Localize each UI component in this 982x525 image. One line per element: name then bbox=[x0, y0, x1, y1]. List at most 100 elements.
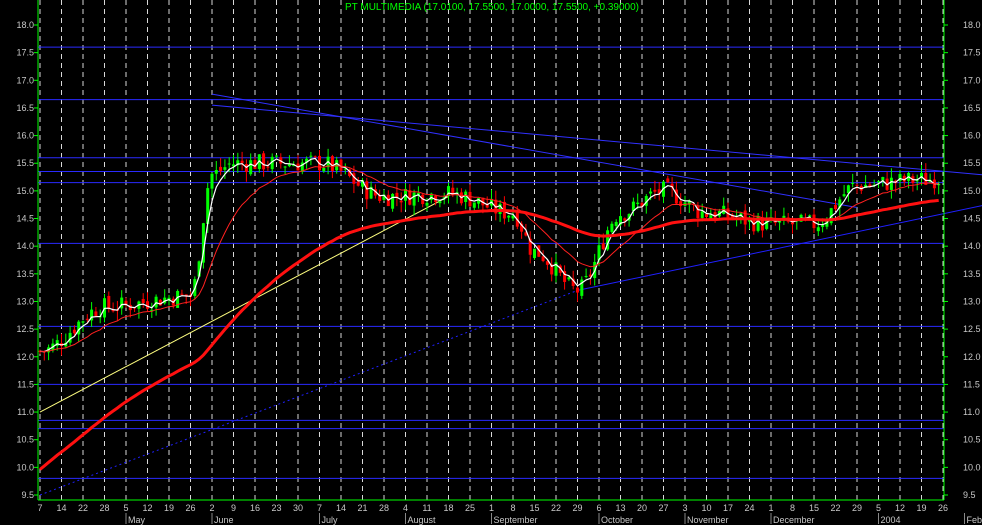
x-tick-label: 19 bbox=[916, 503, 926, 513]
candle-body bbox=[876, 181, 881, 183]
x-tick-label: 29 bbox=[572, 503, 582, 513]
candle-body bbox=[227, 163, 231, 165]
month-label: 2004 bbox=[881, 515, 901, 525]
candle-body bbox=[180, 293, 184, 295]
x-tick-label: 17 bbox=[723, 503, 733, 513]
y-tick-label: 18.0 bbox=[16, 20, 34, 30]
y-tick-label: 17.5 bbox=[16, 48, 34, 58]
x-tick-label: 22 bbox=[551, 503, 561, 513]
y-tick-label: 17.0 bbox=[16, 75, 34, 85]
candle-body bbox=[107, 295, 111, 309]
candle-body bbox=[223, 167, 227, 170]
y-tick-label: 17.0 bbox=[963, 75, 981, 85]
month-label: October bbox=[601, 515, 633, 525]
candle-body bbox=[262, 153, 266, 170]
x-tick-label: 14 bbox=[56, 503, 66, 513]
x-tick-label: 4 bbox=[403, 503, 408, 513]
x-tick-label: 6 bbox=[596, 503, 601, 513]
x-tick-label: 5 bbox=[123, 503, 128, 513]
y-tick-label: 12.5 bbox=[16, 324, 34, 334]
x-tick-label: 20 bbox=[637, 503, 647, 513]
x-tick-label: 7 bbox=[317, 503, 322, 513]
y-tick-label: 16.0 bbox=[16, 131, 34, 141]
candle-body bbox=[214, 170, 218, 174]
candle-body bbox=[541, 256, 545, 262]
y-tick-label: 10.0 bbox=[963, 462, 981, 472]
candle-body bbox=[391, 193, 395, 209]
candle-body bbox=[842, 194, 846, 197]
candle-body bbox=[425, 202, 429, 206]
x-tick-label: 30 bbox=[293, 503, 303, 513]
x-tick-label: 26 bbox=[185, 503, 195, 513]
chart-title: PT MULTIMEDIA (17.0100, 17.5500, 17.0000… bbox=[345, 2, 639, 13]
x-tick-label: 18 bbox=[443, 503, 453, 513]
x-tick-label: 12 bbox=[142, 503, 152, 513]
y-tick-label: 14.0 bbox=[963, 241, 981, 251]
candle-body bbox=[266, 166, 270, 168]
y-tick-label: 11.0 bbox=[17, 407, 34, 417]
candle-body bbox=[601, 243, 605, 250]
candle-body bbox=[399, 200, 403, 203]
candle-body bbox=[412, 192, 416, 206]
candle-body bbox=[851, 182, 855, 184]
y-tick-label: 11.0 bbox=[963, 407, 980, 417]
x-tick-label: 22 bbox=[78, 503, 88, 513]
candle-body bbox=[816, 227, 820, 232]
x-tick-label: 5 bbox=[876, 503, 881, 513]
candle-body bbox=[855, 184, 859, 186]
x-tick-label: 22 bbox=[830, 503, 840, 513]
x-tick-label: 15 bbox=[529, 503, 539, 513]
candle-body bbox=[210, 173, 214, 189]
x-tick-label: 16 bbox=[250, 503, 260, 513]
candle-body bbox=[145, 301, 150, 309]
candle-body bbox=[472, 202, 476, 208]
candle-body bbox=[124, 300, 128, 305]
x-tick-label: 2 bbox=[209, 503, 214, 513]
y-tick-label: 14.0 bbox=[16, 241, 34, 251]
candle-body bbox=[846, 185, 850, 193]
y-tick-label: 10.0 bbox=[16, 462, 34, 472]
x-tick-label: 3 bbox=[682, 503, 687, 513]
candle-body bbox=[833, 205, 838, 210]
y-tick-label: 11.5 bbox=[17, 379, 34, 389]
y-tick-label: 15.0 bbox=[16, 186, 34, 196]
y-tick-label: 12.0 bbox=[16, 352, 34, 362]
y-tick-label: 16.0 bbox=[963, 131, 981, 141]
stock-chart: 7 14 22 28 5 12 19 26 2 9 16 23 30 7 14 21 28 4 11 18 25 1 8 15… bbox=[0, 0, 982, 525]
candle-body bbox=[141, 298, 145, 304]
month-label: November bbox=[687, 515, 729, 525]
candle-body bbox=[365, 181, 369, 200]
x-tick-label: 11 bbox=[422, 503, 431, 513]
candle-body bbox=[330, 156, 334, 172]
candle-body bbox=[623, 218, 627, 221]
x-tick-label: 10 bbox=[701, 503, 711, 513]
candle-body bbox=[704, 213, 709, 218]
x-tick-label: 15 bbox=[809, 503, 819, 513]
x-tick-label: 19 bbox=[164, 503, 174, 513]
y-tick-label: 18.0 bbox=[963, 20, 981, 30]
month-label: August bbox=[408, 515, 437, 525]
candle-body bbox=[700, 211, 704, 218]
candle-body bbox=[240, 160, 244, 164]
candle-body bbox=[154, 296, 158, 308]
candle-body bbox=[94, 311, 98, 317]
candle-body bbox=[666, 178, 670, 183]
candle-body bbox=[575, 287, 580, 293]
candle-body bbox=[653, 189, 657, 192]
month-label: June bbox=[214, 515, 234, 525]
y-tick-label: 10.5 bbox=[963, 435, 981, 445]
y-tick-label: 13.0 bbox=[963, 296, 981, 306]
y-tick-label: 15.0 bbox=[963, 186, 981, 196]
candle-body bbox=[438, 201, 442, 204]
x-tick-label: 29 bbox=[852, 503, 862, 513]
candle-body bbox=[395, 192, 399, 198]
candle-body bbox=[85, 318, 89, 320]
candle-body bbox=[610, 223, 614, 232]
x-tick-label: 8 bbox=[510, 503, 515, 513]
x-tick-label: 21 bbox=[357, 503, 367, 513]
y-tick-label: 12.5 bbox=[963, 324, 981, 334]
x-tick-label: 28 bbox=[379, 503, 389, 513]
y-tick-label: 9.5 bbox=[21, 490, 34, 500]
y-tick-label: 15.5 bbox=[963, 158, 981, 168]
candle-body bbox=[249, 160, 253, 175]
